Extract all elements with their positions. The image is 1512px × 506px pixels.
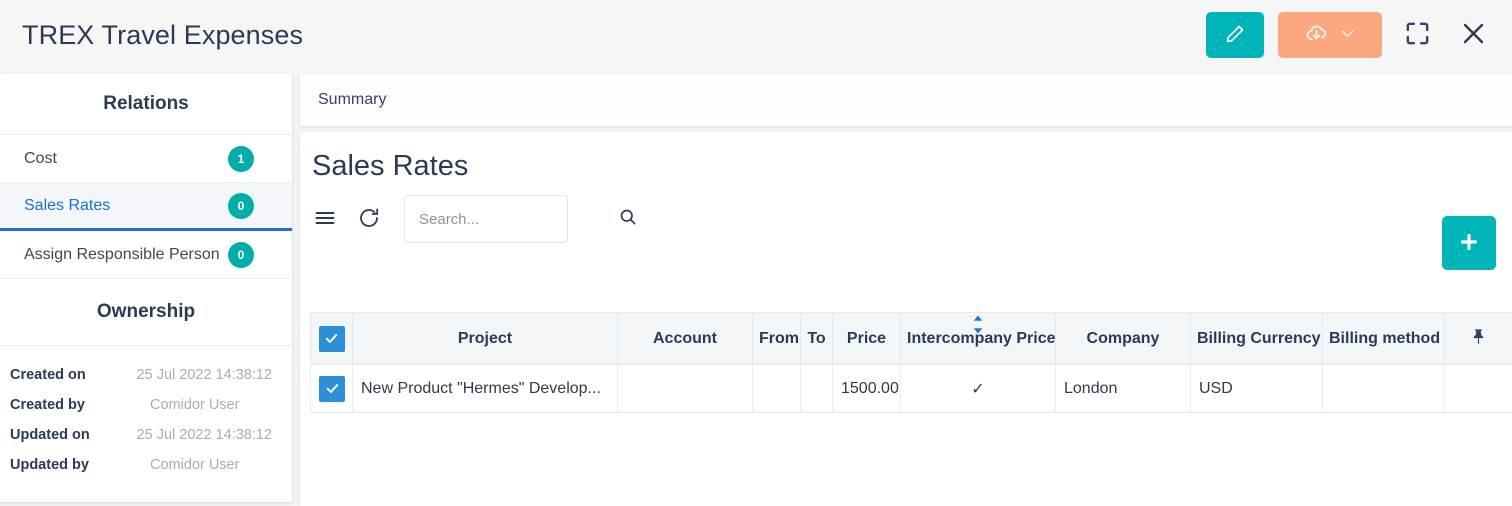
column-header-billing-method[interactable]: Billing method (1322, 312, 1445, 365)
sidebar-item-label: Cost (24, 149, 57, 167)
ownership-row: Created by Comidor User (0, 390, 292, 420)
ownership-details: Created on 25 Jul 2022 14:38:12 Created … (0, 345, 292, 480)
pin-icon[interactable] (1469, 328, 1488, 350)
search-input[interactable] (419, 210, 618, 228)
fullscreen-icon (1403, 19, 1432, 51)
edit-button[interactable] (1206, 12, 1264, 58)
sidebar-item-label: Assign Responsible Person (24, 245, 220, 263)
pencil-icon (1224, 23, 1246, 48)
ownership-label: Created on (10, 367, 86, 383)
ownership-value: 25 Jul 2022 14:38:12 (136, 427, 272, 443)
cell-from (752, 364, 801, 413)
close-icon (1459, 19, 1488, 51)
content-panel: Sales Rates Search... Project Account Fr… (300, 132, 1512, 506)
table-row[interactable]: New Product "Hermes" Develop... 1500.00 … (310, 364, 1512, 413)
relations-heading: Relations (103, 93, 189, 114)
column-header-pin[interactable] (1444, 312, 1512, 365)
ownership-row: Updated on 25 Jul 2022 14:38:12 (0, 420, 292, 450)
data-grid: Project Account From To Price Intercompa… (310, 312, 1512, 413)
application-window: TREX Travel Expenses Relations Cost 1 Sa… (0, 0, 1512, 506)
column-header-company[interactable]: Company (1055, 312, 1191, 365)
ownership-label: Updated on (10, 427, 90, 443)
ownership-value: 25 Jul 2022 14:38:12 (136, 367, 272, 383)
hamburger-menu-button[interactable] (310, 204, 340, 234)
column-header-to[interactable]: To (800, 312, 833, 365)
cell-intercompany-price: ✓ (900, 364, 1056, 413)
column-header-billing-currency[interactable]: Billing Currency (1190, 312, 1323, 365)
table-header-row: Project Account From To Price Intercompa… (310, 312, 1512, 365)
select-all-header[interactable] (310, 312, 353, 365)
fullscreen-button[interactable] (1396, 14, 1438, 56)
select-all-checkbox[interactable] (318, 325, 345, 352)
ownership-label: Updated by (10, 457, 89, 473)
column-header-from[interactable]: From (752, 312, 801, 365)
column-header-account[interactable]: Account (617, 312, 753, 365)
ownership-label: Created by (10, 397, 85, 413)
sidebar: Relations Cost 1 Sales Rates 0 Assign Re… (0, 74, 292, 502)
sidebar-item-cost[interactable]: Cost 1 (0, 135, 292, 183)
top-bar-actions (1206, 12, 1494, 58)
sidebar-item-label: Sales Rates (24, 196, 111, 214)
cloud-download-icon (1304, 21, 1329, 49)
sidebar-item-badge: 0 (228, 241, 254, 268)
column-header-project[interactable]: Project (352, 312, 618, 365)
cell-billing-currency: USD (1190, 364, 1323, 413)
chevron-down-icon (1339, 25, 1356, 45)
tab-summary[interactable]: Summary (316, 87, 388, 113)
ownership-row: Updated by Comidor User (0, 450, 292, 480)
page-title: TREX Travel Expenses (22, 19, 304, 50)
cell-billing-method (1322, 364, 1445, 413)
plus-icon (1457, 230, 1481, 257)
sidebar-item-badge: 0 (228, 192, 254, 219)
sidebar-item-assign-responsible-person[interactable]: Assign Responsible Person 0 (0, 231, 292, 279)
refresh-icon (357, 206, 381, 233)
column-header-price[interactable]: Price (832, 312, 901, 365)
ownership-value: Comidor User (150, 397, 240, 413)
sidebar-item-badge: 1 (228, 145, 254, 172)
grid-toolbar (300, 183, 1512, 243)
relations-list: Cost 1 Sales Rates 0 Assign Responsible … (0, 134, 292, 279)
cell-company: London (1055, 364, 1191, 413)
top-bar: TREX Travel Expenses (0, 0, 1512, 70)
hamburger-menu-icon (313, 206, 337, 233)
sort-indicator-icon[interactable] (972, 315, 985, 334)
row-checkbox[interactable] (319, 375, 345, 402)
column-header-intercompany-price[interactable]: Intercompany Price (900, 312, 1056, 365)
export-button[interactable] (1278, 12, 1382, 58)
ownership-value: Comidor User (150, 457, 240, 473)
close-button[interactable] (1452, 14, 1494, 56)
section-title: Sales Rates (312, 150, 469, 182)
search-box[interactable] (404, 195, 636, 243)
ownership-row: Created on 25 Jul 2022 14:38:12 (0, 360, 292, 390)
sales-rates-table: Project Account From To Price Intercompa… (310, 312, 1512, 413)
cell-account (617, 364, 753, 413)
search-icon[interactable] (618, 207, 638, 232)
main-content: Summary Sales Rates Search... Project Ac… (300, 74, 1512, 506)
cell-price: 1500.00 (832, 364, 901, 413)
add-record-button[interactable] (1442, 216, 1496, 270)
ownership-heading: Ownership (96, 301, 196, 322)
cell-to (800, 364, 833, 413)
cell-project: New Product "Hermes" Develop... (352, 364, 618, 413)
sidebar-item-sales-rates[interactable]: Sales Rates 0 (0, 183, 292, 231)
cell-pin (1444, 364, 1512, 413)
refresh-button[interactable] (354, 204, 384, 234)
tab-bar: Summary (300, 74, 1512, 126)
row-select-cell[interactable] (310, 364, 353, 413)
